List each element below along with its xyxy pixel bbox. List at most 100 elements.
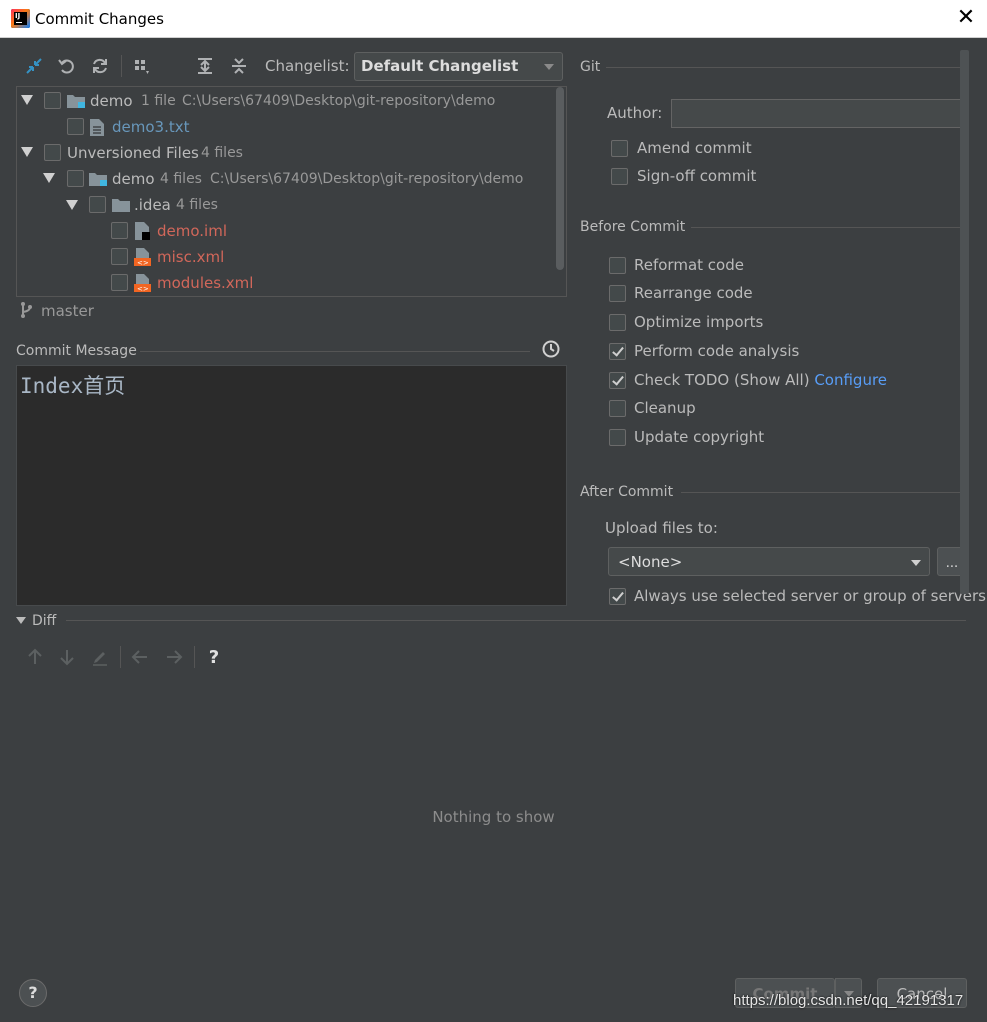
separator-line <box>691 227 961 228</box>
iml-file-icon <box>135 222 150 240</box>
tree-checkbox[interactable] <box>67 118 84 135</box>
tree-checkbox[interactable] <box>89 196 106 213</box>
tree-checkbox[interactable] <box>111 222 128 239</box>
before-commit-checkbox[interactable] <box>609 314 626 331</box>
option-text: Rearrange code <box>634 284 753 302</box>
before-commit-label: Rearrange code <box>634 284 753 302</box>
separator-line <box>140 351 530 352</box>
arrow-right-icon[interactable] <box>162 645 186 669</box>
option-text: Reformat code <box>634 256 744 274</box>
options-scrollbar[interactable] <box>960 50 969 594</box>
commit-message-label: Commit Message <box>16 343 137 359</box>
author-input[interactable] <box>671 99 964 128</box>
tree-scrollbar[interactable] <box>556 87 564 270</box>
changes-tree[interactable]: demo 1 file C:\Users\67409\Desktop\git-r… <box>16 86 567 297</box>
separator-line <box>606 67 961 68</box>
tree-row[interactable]: demo.iml <box>17 219 552 245</box>
svg-text:<>: <> <box>137 285 149 292</box>
git-section-label: Git <box>580 59 601 75</box>
tree-node-count: 4 files <box>201 145 243 161</box>
option-text: Check TODO (Show All) <box>634 371 810 389</box>
tree-checkbox[interactable] <box>44 144 61 161</box>
group-by-icon[interactable] <box>130 54 154 78</box>
intellij-app-icon: IJ <box>11 9 30 28</box>
tree-node-count: 4 files <box>160 171 202 187</box>
commit-message-editor[interactable]: Index首页 <box>16 365 567 606</box>
next-difference-icon[interactable] <box>55 645 79 669</box>
tree-checkbox[interactable] <box>111 274 128 291</box>
watermark: https://blog.csdn.net/qq_42191317 <box>733 992 964 1009</box>
tree-row[interactable]: demo 1 file C:\Users\67409\Desktop\git-r… <box>17 88 552 114</box>
tree-node-label: misc.xml <box>157 248 225 266</box>
configure-link[interactable]: Configure <box>814 371 887 389</box>
before-commit-checkbox[interactable] <box>609 372 626 389</box>
history-clock-icon[interactable] <box>541 339 561 363</box>
option-text: Optimize imports <box>634 313 764 331</box>
tree-node-label: demo <box>90 92 133 110</box>
changelist-select[interactable]: Default Changelist <box>354 52 563 81</box>
tree-node-path: C:\Users\67409\Desktop\git-repository\de… <box>210 171 524 187</box>
expand-triangle-icon[interactable] <box>21 95 33 105</box>
before-commit-label: Update copyright <box>634 428 764 446</box>
tree-row[interactable]: .idea 4 files <box>17 193 552 219</box>
text-file-icon <box>90 119 104 136</box>
tree-node-label: demo.iml <box>157 222 227 240</box>
refresh-icon[interactable] <box>88 54 112 78</box>
expand-triangle-icon[interactable] <box>21 147 33 157</box>
before-commit-checkbox[interactable] <box>609 343 626 360</box>
tree-node-label: .idea <box>134 196 171 214</box>
collapse-triangle-icon[interactable] <box>16 617 26 624</box>
expand-triangle-icon[interactable] <box>43 173 55 183</box>
tree-row[interactable]: <> misc.xml <box>17 245 552 271</box>
option-text: Cleanup <box>634 399 696 417</box>
show-diff-icon[interactable] <box>22 54 46 78</box>
signoff-commit-checkbox[interactable] <box>611 168 628 185</box>
tree-row[interactable]: <> modules.xml <box>17 271 552 297</box>
tree-checkbox[interactable] <box>44 92 61 109</box>
branch-icon <box>19 301 33 323</box>
amend-commit-checkbox[interactable] <box>611 140 628 157</box>
tree-node-label: demo <box>112 170 155 188</box>
before-commit-label: Perform code analysis <box>634 342 799 360</box>
module-folder-icon <box>89 173 107 186</box>
tree-row[interactable]: demo3.txt <box>17 114 552 140</box>
before-commit-checkbox[interactable] <box>609 285 626 302</box>
previous-difference-icon[interactable] <box>23 645 47 669</box>
xml-file-icon: <> <box>134 248 151 266</box>
tree-row[interactable]: Unversioned Files 4 files <box>17 140 552 166</box>
close-icon[interactable]: ✕ <box>955 6 977 30</box>
tree-checkbox[interactable] <box>111 248 128 265</box>
before-commit-checkbox[interactable] <box>609 429 626 446</box>
arrow-left-icon[interactable] <box>128 645 152 669</box>
tree-node-count: 1 file <box>141 93 176 109</box>
svg-text:<>: <> <box>137 259 149 266</box>
diff-section-label[interactable]: Diff <box>32 613 56 629</box>
folder-icon <box>112 199 130 212</box>
tree-node-label: Unversioned Files <box>67 144 199 162</box>
upload-server-select[interactable]: <None> <box>608 547 930 576</box>
expand-triangle-icon[interactable] <box>66 200 78 210</box>
always-use-server-checkbox[interactable] <box>609 588 626 605</box>
rollback-icon[interactable] <box>55 54 79 78</box>
help-button[interactable]: ? <box>19 979 47 1007</box>
upload-files-label: Upload files to: <box>605 519 718 537</box>
option-text: Perform code analysis <box>634 342 800 360</box>
tree-checkbox[interactable] <box>67 170 84 187</box>
toolbar-separator <box>121 55 122 77</box>
changelist-label: Changelist: <box>265 57 350 75</box>
collapse-all-icon[interactable] <box>227 54 251 78</box>
edit-source-icon[interactable] <box>88 645 112 669</box>
before-commit-checkbox[interactable] <box>609 400 626 417</box>
before-commit-section-label: Before Commit <box>580 219 686 235</box>
tree-row[interactable]: demo 4 files C:\Users\67409\Desktop\git-… <box>17 166 552 192</box>
tree-node-count: 4 files <box>176 197 218 213</box>
before-commit-checkbox[interactable] <box>609 257 626 274</box>
before-commit-label: Cleanup <box>634 399 696 417</box>
expand-all-icon[interactable] <box>193 54 217 78</box>
amend-commit-label: Amend commit <box>637 139 752 157</box>
tree-node-label: demo3.txt <box>112 118 190 136</box>
diff-help-icon[interactable]: ? <box>202 645 226 669</box>
chevron-down-icon <box>544 64 554 70</box>
separator-line <box>66 620 966 621</box>
branch-name: master <box>41 302 94 320</box>
